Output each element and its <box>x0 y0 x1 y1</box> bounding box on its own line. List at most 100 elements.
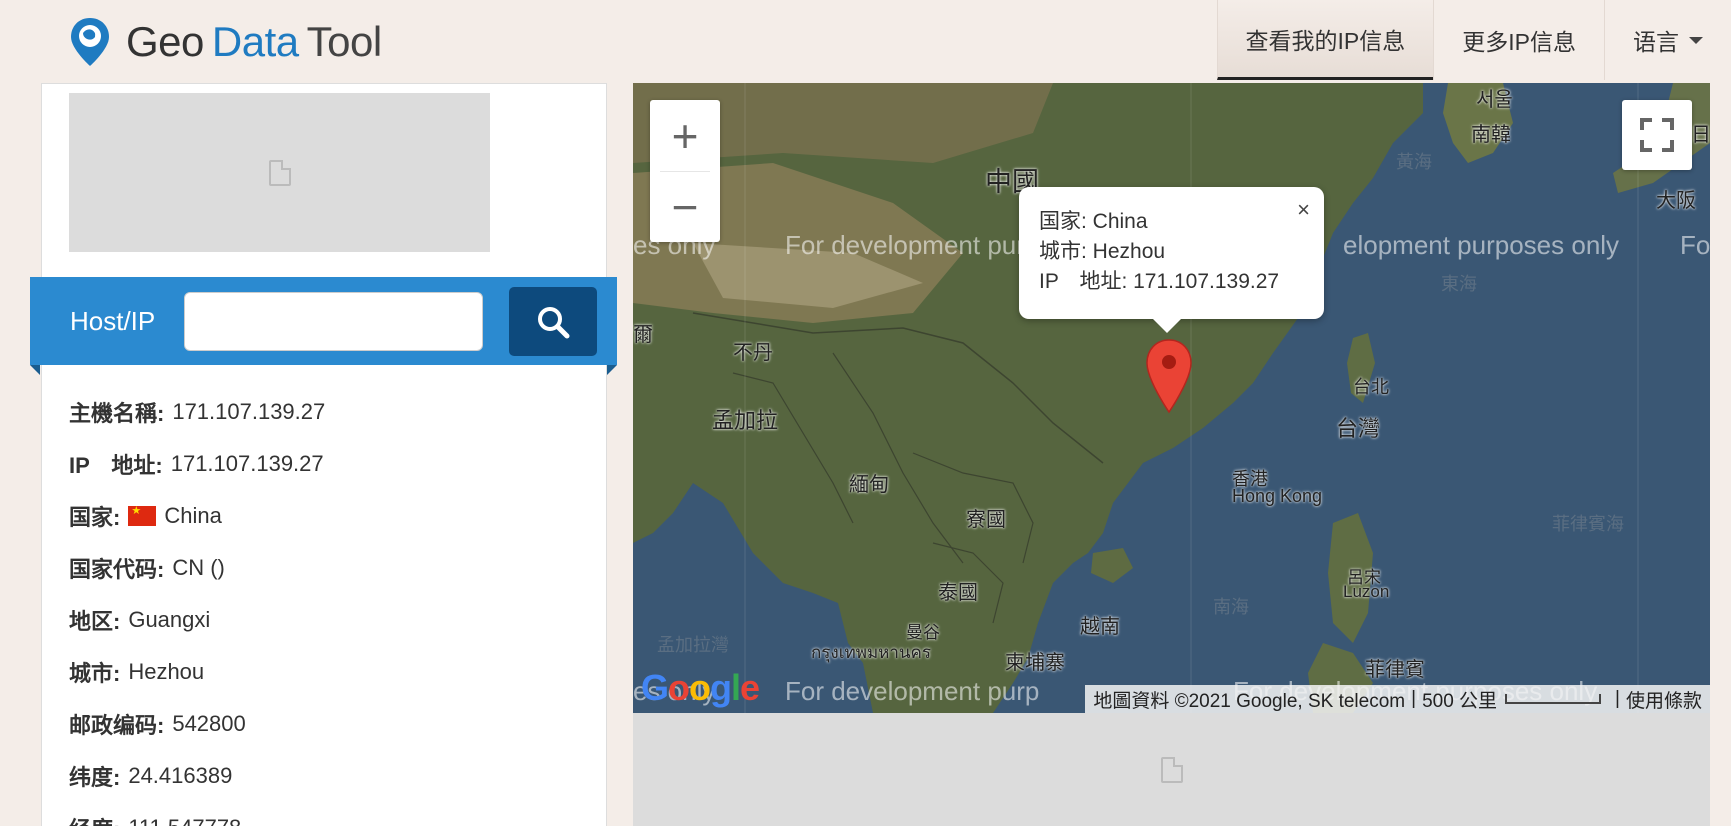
info-value: China <box>164 503 222 528</box>
search-label: Host/IP <box>70 305 156 336</box>
map-label-philippines: 菲律賓 <box>1365 659 1425 681</box>
broken-image-icon <box>1160 756 1183 783</box>
google-map[interactable]: es only For development purp elopment pu… <box>633 83 1710 713</box>
fullscreen-icon <box>1640 118 1674 152</box>
info-value: Hezhou <box>128 659 205 684</box>
ad-placeholder-bottom <box>633 713 1710 826</box>
info-key: 地区: <box>69 609 121 634</box>
top-nav: 查看我的IP信息 更多IP信息 语言 <box>1216 0 1731 80</box>
map-label-laos: 寮國 <box>966 509 1006 531</box>
map-label-philippine-sea: 菲律賓海 <box>1552 514 1624 534</box>
info-key: 主機名稱: <box>69 401 165 426</box>
info-value: 24.416389 <box>128 763 233 788</box>
info-row-hostname: 主機名稱: 171.107.139.27 <box>69 386 589 438</box>
info-value: 111.547778 <box>128 815 241 826</box>
host-ip-search-bar: Host/IP <box>30 277 617 375</box>
ad-placeholder-top <box>69 93 490 252</box>
nav-language-dropdown[interactable]: 语言 <box>1604 0 1731 80</box>
map-label-east-sea: 東海 <box>1441 274 1477 294</box>
search-button[interactable] <box>509 287 597 356</box>
map-label-taiwan: 台灣 <box>1336 416 1381 441</box>
map-label-yellow-sea: 黃海 <box>1396 152 1432 172</box>
map-label-nepal: 爾 <box>633 324 653 346</box>
info-value: 171.107.139.27 <box>172 399 326 424</box>
logo-word-tool: Tool <box>306 18 383 65</box>
info-key: 纬度: <box>69 765 121 790</box>
map-label-thailand: 泰國 <box>938 582 978 604</box>
search-icon <box>538 306 570 338</box>
info-row-country: 国家: China <box>69 490 589 542</box>
logo-word-geo: Geo <box>126 18 204 65</box>
info-row-ip-address: IP 地址: 171.107.139.27 <box>69 438 589 490</box>
map-scale-bar <box>1505 694 1602 704</box>
map-label-bangladesh: 孟加拉 <box>712 408 779 433</box>
location-info-window: × 国家: China 城市: Hezhou IP 地址: 171.107.13… <box>1019 187 1324 333</box>
map-label-bay-of-bengal: 孟加拉灣 <box>657 635 729 655</box>
popup-city: 城市: Hezhou <box>1039 240 1166 263</box>
info-row-longitude: 经度: 111.547778 <box>69 802 589 826</box>
info-row-region: 地区: Guangxi <box>69 594 589 646</box>
info-key: 国家代码: <box>69 557 165 582</box>
logo-word-data: Data <box>211 18 299 65</box>
map-label-vietnam: 越南 <box>1080 616 1120 638</box>
dev-watermark: For development purp <box>785 676 1040 706</box>
site-logo[interactable]: Geo Data Tool <box>68 14 382 70</box>
chevron-down-icon <box>1689 36 1703 44</box>
info-key: IP 地址: <box>69 453 163 478</box>
dev-watermark: elopment purposes only <box>1343 230 1620 260</box>
zoom-divider <box>660 171 710 172</box>
map-label-south-korea: 南韓 <box>1471 124 1511 146</box>
info-row-latitude: 纬度: 24.416389 <box>69 750 589 802</box>
close-icon[interactable]: × <box>1297 197 1310 223</box>
zoom-in-button[interactable]: + <box>650 100 720 171</box>
map-label-seoul: 서울 <box>1476 89 1513 111</box>
location-marker-icon[interactable] <box>1145 338 1193 419</box>
ip-info-list: 主機名稱: 171.107.139.27 IP 地址: 171.107.139.27… <box>69 386 589 826</box>
info-key: 邮政编码: <box>69 713 165 738</box>
attribution-divider: | <box>1615 688 1620 709</box>
info-value: 542800 <box>172 711 246 736</box>
map-label-luzon-en: Luzon <box>1343 582 1390 601</box>
info-key: 国家: <box>69 505 121 530</box>
map-attribution: 地圖資料 ©2021 Google, SK telecom | 500 公里 |… <box>1085 685 1710 713</box>
map-label-hong-kong-en: Hong Kong <box>1232 486 1323 506</box>
info-key: 经度: <box>69 812 120 826</box>
logo-wordmark: Geo Data Tool <box>126 21 382 63</box>
map-label-bangkok-th: กรุงเทพมหานคร <box>811 643 932 662</box>
china-flag-icon <box>128 506 157 526</box>
map-pin-logo-icon <box>68 16 112 68</box>
info-row-city: 城市: Hezhou <box>69 646 589 698</box>
map-data-credit: 地圖資料 ©2021 Google, SK telecom <box>1093 690 1406 712</box>
popup-ip-address: IP 地址: 171.107.139.27 <box>1039 270 1280 293</box>
map-label-bhutan: 不丹 <box>733 342 773 364</box>
map-label-taipei: 台北 <box>1353 377 1389 397</box>
dev-watermark: For development purp <box>785 230 1040 260</box>
nav-more-ip-info[interactable]: 更多IP信息 <box>1433 0 1604 80</box>
map-label-japan: 日 <box>1691 124 1710 146</box>
map-scale-label[interactable]: 500 公里 <box>1422 686 1497 713</box>
popup-country: 国家: China <box>1039 210 1148 233</box>
map-label-south-china-sea: 南海 <box>1213 597 1249 617</box>
attribution-divider: | <box>1411 688 1417 709</box>
terms-of-use-link[interactable]: 使用條款 <box>1626 686 1702 713</box>
info-value: 171.107.139.27 <box>170 451 324 476</box>
map-label-myanmar: 緬甸 <box>849 474 889 496</box>
host-ip-input[interactable] <box>184 292 483 351</box>
info-value: Guangxi <box>128 607 211 632</box>
nav-label: 更多IP信息 <box>1462 29 1576 55</box>
google-logo[interactable]: Google <box>641 667 760 709</box>
info-key: 城市: <box>69 661 121 686</box>
nav-label: 查看我的IP信息 <box>1245 27 1406 54</box>
dev-watermark: Fo <box>1680 230 1710 260</box>
info-row-country-code: 国家代码: CN () <box>69 542 589 594</box>
zoom-control: + − <box>650 100 720 242</box>
info-row-postal-code: 邮政编码: 542800 <box>69 698 589 750</box>
map-label-osaka: 大阪 <box>1656 190 1696 212</box>
info-value: CN () <box>172 555 225 580</box>
map-label-cambodia: 柬埔寨 <box>1005 652 1065 674</box>
nav-my-ip-info[interactable]: 查看我的IP信息 <box>1216 0 1434 80</box>
zoom-out-button[interactable]: − <box>650 171 720 242</box>
fullscreen-button[interactable] <box>1622 100 1692 170</box>
broken-image-icon <box>268 159 291 186</box>
nav-label: 语言 <box>1633 29 1679 55</box>
